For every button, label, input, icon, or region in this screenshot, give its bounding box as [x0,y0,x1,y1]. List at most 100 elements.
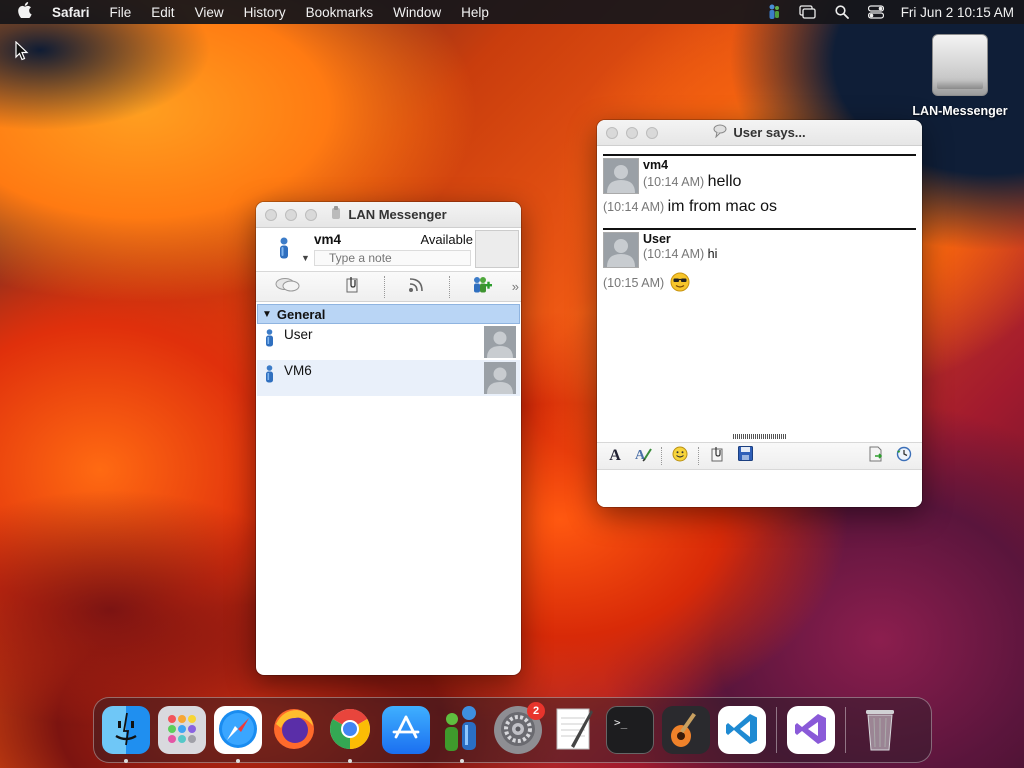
screen-mirroring-icon[interactable] [799,4,817,20]
font-color-button[interactable]: A [629,444,657,468]
sender-name: vm4 [643,158,669,172]
menu-window[interactable]: Window [393,5,441,20]
dock-trash[interactable] [856,706,904,754]
dock-finder[interactable] [102,706,150,763]
lan-window-titlebar[interactable]: LAN Messenger [256,202,521,228]
dock-terminal[interactable]: >_ [606,706,654,754]
chat-toolbar: A A [597,442,922,470]
file-transfer-icon [868,446,884,467]
add-user-icon [471,276,493,297]
send-file-button[interactable] [320,272,384,302]
safari-compass-icon [217,708,259,753]
contact-avatar [484,362,516,394]
chat-window-titlebar[interactable]: User says... [597,120,922,146]
disclosure-triangle-icon[interactable]: ▼ [262,309,272,320]
chat-window: User says... vm4 (10:14 AM) hello (10:14… [597,120,922,507]
menu-bar: Safari File Edit View History Bookmarks … [0,0,1024,24]
message-group: User (10:14 AM) hi (10:15 AM) [603,228,916,295]
message-time: (10:14 AM) [603,200,665,214]
person-available-icon [265,365,274,386]
send-file-button[interactable] [703,444,731,468]
sender-avatar [603,158,639,194]
dock-textedit[interactable] [550,706,598,754]
lan-toolbar: » [256,272,521,302]
toolbar-overflow-icon[interactable]: » [512,279,519,294]
message-time: (10:14 AM) [643,175,705,189]
apple-menu-icon[interactable] [18,2,32,22]
own-status-text: Available [420,232,473,247]
status-selector[interactable]: ▼ [256,228,314,271]
user-status-panel: ▼ vm4 Available [256,228,521,272]
sender-avatar [603,232,639,268]
dock-lan-messenger[interactable] [438,704,486,763]
message-time: (10:15 AM) [603,275,665,290]
message-text: hello [707,173,742,190]
own-avatar[interactable] [475,230,519,268]
menu-app-name[interactable]: Safari [52,5,90,20]
menu-clock[interactable]: Fri Jun 2 10:15 AM [901,5,1014,20]
dock-chrome[interactable] [326,706,374,763]
note-input[interactable] [314,250,471,266]
disk-image-icon [932,34,988,96]
lan-messenger-window: LAN Messenger ▼ vm4 Available Type a not… [256,202,521,675]
chat-history[interactable]: vm4 (10:14 AM) hello (10:14 AM) im from … [597,146,922,436]
lan-messenger-people-icon [439,704,485,757]
message-input[interactable] [597,471,922,507]
vscode-icon [724,711,760,750]
chevron-down-icon[interactable]: ▼ [301,253,310,263]
save-conversation-button[interactable] [731,444,759,468]
chat-title-icon [713,124,727,141]
history-clock-icon [896,446,912,467]
contact-row[interactable]: User [257,324,520,360]
close-button[interactable] [265,209,277,221]
dock-firefox[interactable] [270,706,318,754]
chat-room-button[interactable] [256,272,320,302]
contact-row[interactable]: VM6 [257,360,520,396]
menu-help[interactable]: Help [461,5,489,20]
zoom-button[interactable] [305,209,317,221]
desktop-drive-icon[interactable]: LAN-Messenger [904,34,1016,118]
menu-file[interactable]: File [110,5,132,20]
menu-bookmarks[interactable]: Bookmarks [306,5,374,20]
close-button[interactable] [606,127,618,139]
svg-text:>_: >_ [614,716,628,729]
dock-garageband[interactable] [662,706,710,754]
menu-edit[interactable]: Edit [151,5,174,20]
history-button[interactable] [890,444,918,468]
dock: 2 >_ [93,697,932,763]
minimize-button[interactable] [285,209,297,221]
broadcast-button[interactable] [385,272,449,302]
add-contact-button[interactable] [450,272,514,302]
contact-name: User [284,327,313,342]
transfers-button[interactable] [862,444,890,468]
chrome-icon [328,707,372,754]
group-header-general[interactable]: ▼ General [257,304,520,324]
dock-vscode[interactable] [718,706,766,754]
message-time: (10:14 AM) [643,247,705,261]
lan-messenger-status-icon[interactable] [765,4,783,20]
spotlight-search-icon[interactable] [833,4,851,20]
chat-window-title: User says... [733,125,806,140]
dock-visual-studio[interactable] [787,706,835,754]
finder-face-icon [106,709,146,752]
dock-separator [776,707,777,753]
firefox-icon [271,706,317,755]
font-button[interactable]: A [601,444,629,468]
control-center-icon[interactable] [867,4,885,20]
menu-view[interactable]: View [195,5,224,20]
dock-launchpad[interactable] [158,706,206,754]
dock-safari[interactable] [214,706,262,763]
pane-splitter[interactable] [597,432,922,440]
guitar-icon [666,708,706,753]
dock-system-preferences[interactable]: 2 [494,702,545,754]
dock-app-store[interactable] [382,706,430,754]
minimize-button[interactable] [626,127,638,139]
cool-sunglasses-emoji-icon [670,272,690,295]
font-a-icon: A [609,447,621,464]
own-user-name: vm4 [314,232,342,247]
zoom-button[interactable] [646,127,658,139]
floppy-disk-icon [737,446,753,466]
trash-icon [860,706,900,755]
emoticon-button[interactable] [666,444,694,468]
menu-history[interactable]: History [244,5,286,20]
